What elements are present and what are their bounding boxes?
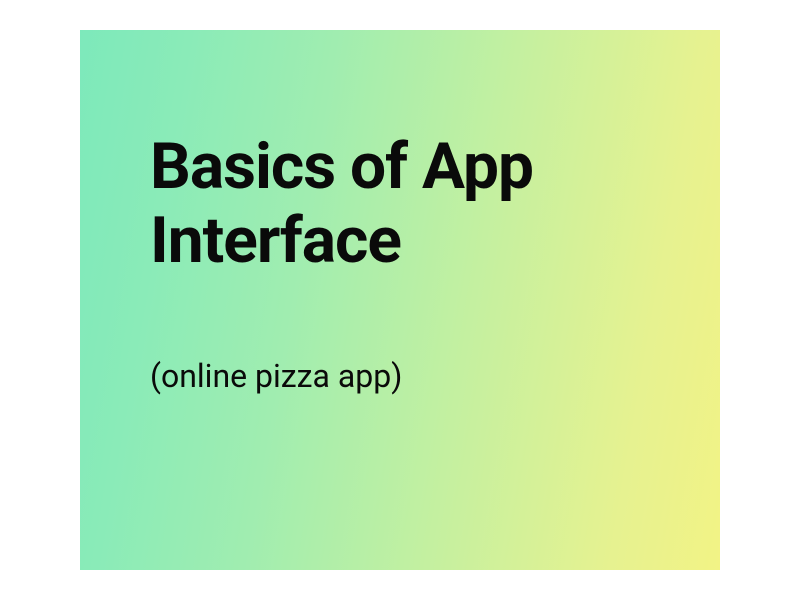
slide-card: Basics of App Interface (online pizza ap… xyxy=(80,30,720,570)
slide-title: Basics of App Interface xyxy=(150,130,660,277)
slide-subtitle: (online pizza app) xyxy=(150,357,660,395)
